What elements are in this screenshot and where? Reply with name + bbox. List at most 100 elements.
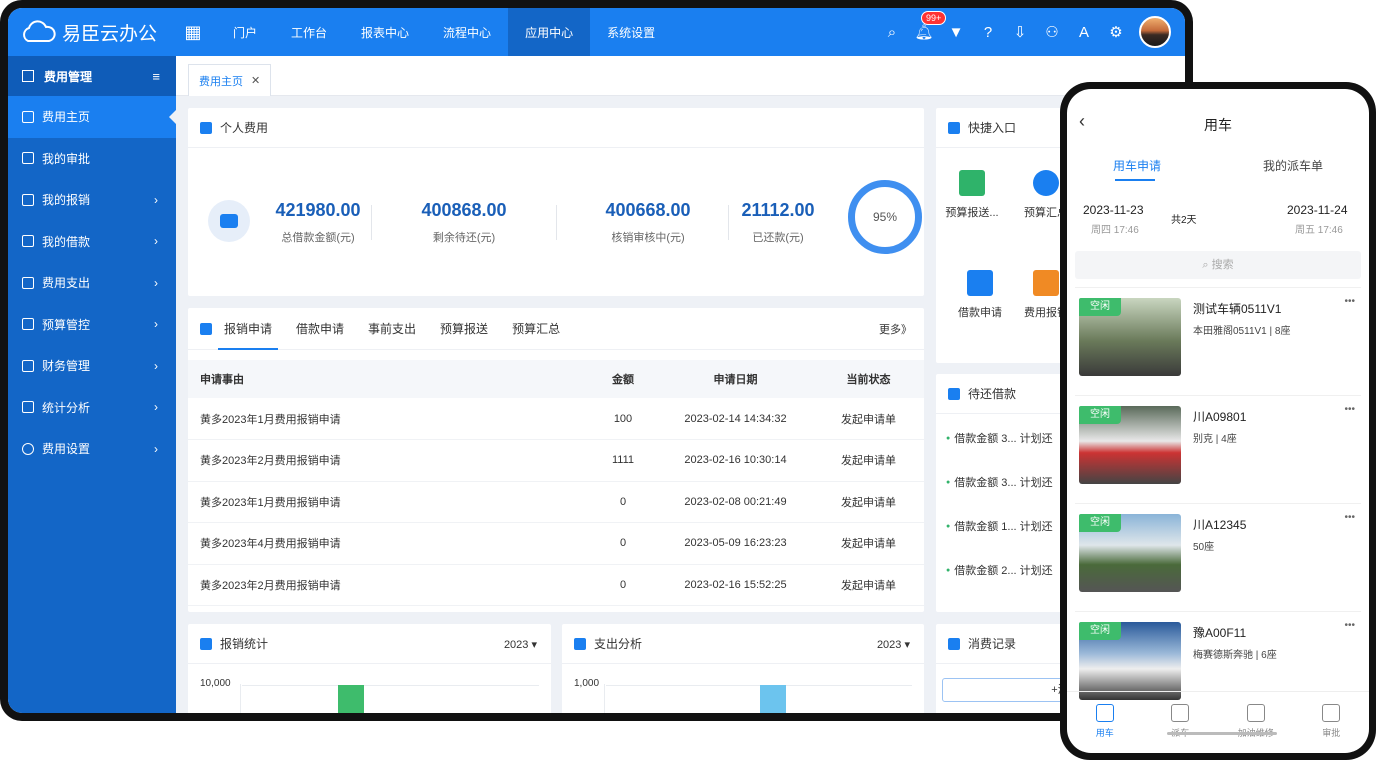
requests-card: 报销申请 借款申请 事前支出 预算报送 预算汇总 更多》 申请事由 金额 申请日期当…	[188, 308, 924, 612]
cell-date: 2023-02-16 10:30:14	[658, 439, 813, 482]
quick-budget-submit[interactable]: 预算报送...	[942, 170, 1002, 220]
sidebar-item-reimburse[interactable]: 我的报销 ›	[8, 179, 176, 221]
gridline	[242, 685, 539, 686]
phone-title: 用车	[1204, 117, 1232, 133]
gear-icon[interactable]: ⚙	[1107, 23, 1125, 41]
list-icon	[948, 637, 960, 650]
sidebar-item-budget[interactable]: 预算管控 ›	[8, 304, 176, 346]
status-badge: 空闲	[1079, 514, 1121, 532]
sidebar-item-loan[interactable]: 我的借款 ›	[8, 221, 176, 263]
vehicle-name: 川A12345	[1193, 518, 1247, 532]
sidebar-item-label: 我的借款	[42, 234, 91, 249]
sidebar-item-approval[interactable]: 我的审批	[8, 138, 176, 180]
start-date[interactable]: 2023-11-23	[1083, 203, 1144, 217]
car-icon	[1171, 704, 1190, 722]
nav-apps[interactable]: 应用中心	[508, 8, 591, 56]
org-chart-icon[interactable]: ⚇	[1043, 23, 1061, 41]
year-select[interactable]: 2023 ▾	[877, 638, 910, 651]
nav-approval[interactable]: 审批	[1294, 692, 1370, 753]
table-row[interactable]: 黄多2023年2月费用报销申请 0 2023-02-16 15:52:25 发起申请单	[188, 564, 924, 606]
budget-icon	[22, 318, 34, 331]
card-title: 报销统计	[188, 624, 551, 664]
cell-date: 2023-02-16 15:52:25	[658, 564, 813, 606]
quick-loan-request[interactable]: 借款申请	[950, 270, 1010, 320]
search-placeholder: 搜索	[1211, 259, 1234, 271]
vehicle-info: 梅赛德斯奔驰 | 6座	[1193, 650, 1277, 661]
stat-remaining: 400868.00 剩余待还(元)	[414, 200, 514, 245]
loan-item[interactable]: 借款金额 3... 计划还	[946, 474, 1052, 490]
stat-label: 总借款金额(元)	[281, 232, 355, 244]
font-icon[interactable]: A	[1075, 23, 1093, 41]
divider	[371, 205, 372, 240]
vehicle-item[interactable]: 空闲 川A12345 50座 •••	[1075, 503, 1361, 611]
nav-workbench[interactable]: 工作台	[274, 8, 344, 56]
close-icon[interactable]: ✕	[251, 74, 260, 87]
sidebar-item-expense[interactable]: 费用支出 ›	[8, 262, 176, 304]
bell-icon[interactable]: 🔔︎ 99+	[914, 11, 947, 41]
table-row[interactable]: 黄多2023年1月费用报销申请 0 2023-02-08 00:21:49 发起申请单	[188, 481, 924, 523]
sidebar-item-home[interactable]: 费用主页	[8, 96, 176, 138]
table-row[interactable]: 黄多2023年2月费用报销申请 1111 2023-02-16 10:30:14 发起…	[188, 439, 924, 482]
card-title-text: 待还借款	[968, 387, 1017, 401]
help-icon[interactable]: ?	[979, 23, 997, 41]
divider	[728, 205, 729, 240]
y-tick: 1,000	[574, 678, 600, 689]
end-date[interactable]: 2023-11-24	[1287, 203, 1348, 217]
cell-reason: 黄多2023年1月费用报销申请	[188, 481, 588, 523]
chevron-right-icon: ›	[154, 358, 158, 373]
vehicle-item[interactable]: 空闲 川A09801 别克 | 4座 •••	[1075, 395, 1361, 503]
loan-item[interactable]: 借款金额 3... 计划还	[946, 430, 1052, 446]
logo[interactable]: 易臣云办公	[8, 19, 178, 46]
home-indicator	[1167, 732, 1277, 735]
nav-use-car[interactable]: 用车	[1067, 692, 1143, 753]
tab-car-request[interactable]: 用车申请	[1113, 157, 1161, 174]
nav-fuel-repair[interactable]: 加油维修	[1218, 692, 1294, 753]
year-select[interactable]: 2023 ▾	[504, 638, 537, 651]
avatar[interactable]	[1139, 16, 1171, 48]
personal-expense-card: 个人费用 421980.00 总借款金额(元) 400868.00 剩余待还(元) …	[188, 108, 924, 296]
wrench-icon	[1246, 704, 1265, 722]
more-icon[interactable]: •••	[1344, 512, 1355, 523]
collapse-menu-icon[interactable]: ≡	[152, 69, 160, 84]
more-link[interactable]: 更多》	[879, 321, 912, 337]
nav-portal[interactable]: 门户	[216, 8, 274, 56]
vehicle-item[interactable]: 空闲 测试车辆0511V1 本田雅阁0511V1 | 8座 •••	[1075, 287, 1361, 395]
shirt-icon[interactable]: ▼	[947, 23, 965, 41]
vehicle-info: 50座	[1193, 542, 1215, 553]
loan-item[interactable]: 借款金额 2... 计划还	[946, 562, 1052, 578]
more-icon[interactable]: •••	[1344, 296, 1355, 307]
nav-process[interactable]: 流程中心	[426, 8, 508, 56]
search-icon[interactable]: ⌕	[883, 23, 901, 41]
sidebar-item-stats[interactable]: 统计分析 ›	[8, 387, 176, 429]
tab-home[interactable]: 费用主页 ✕	[188, 64, 272, 96]
nav-reports[interactable]: 报表中心	[344, 8, 426, 56]
more-icon[interactable]: •••	[1344, 404, 1355, 415]
tab-budget-summary[interactable]: 预算汇总	[512, 308, 560, 350]
stat-value: 400868.00	[421, 200, 507, 220]
tab-dispatch-orders[interactable]: 我的派车单	[1263, 157, 1323, 174]
table-row[interactable]: 黄多2023年1月费用报销申请 100 2023-02-14 14:34:32 发起申…	[188, 398, 924, 440]
rocket-icon	[948, 121, 960, 134]
phone-bottom-nav: 用车 派车 加油维修 审批	[1067, 691, 1369, 753]
tab-loan-request[interactable]: 借款申请	[296, 308, 344, 350]
nav-settings[interactable]: 系统设置	[590, 8, 672, 56]
tab-reimburse-request[interactable]: 报销申请	[217, 308, 279, 350]
table-row[interactable]: 黄多2023年4月费用报销申请 0 2023-05-09 16:23:23 发起申请单	[188, 522, 924, 565]
sidebar-item-finance[interactable]: 财务管理 ›	[8, 345, 176, 387]
tab-prior-expense[interactable]: 事前支出	[368, 308, 416, 350]
download-icon[interactable]: ⇩	[1011, 23, 1029, 41]
apps-grid-icon[interactable]: ▦	[178, 22, 208, 43]
tab-budget-submit[interactable]: 预算报送	[440, 308, 488, 350]
table-header: 申请事由 金额 申请日期 当前状态	[188, 360, 924, 398]
loan-item[interactable]: 借款金额 1... 计划还	[946, 518, 1052, 534]
search-input[interactable]: ⌕ 搜索	[1075, 251, 1361, 279]
nav-dispatch[interactable]: 派车	[1143, 692, 1219, 753]
card-title-text: 个人费用	[220, 121, 269, 135]
sidebar-item-label: 财务管理	[42, 359, 91, 374]
more-icon[interactable]: •••	[1344, 620, 1355, 631]
approval-icon	[22, 152, 34, 165]
form-icon	[1095, 704, 1114, 722]
stat-label: 已还款(元)	[752, 232, 804, 244]
sidebar-item-settings[interactable]: 费用设置 ›	[8, 428, 176, 470]
receipt-icon	[22, 193, 34, 206]
